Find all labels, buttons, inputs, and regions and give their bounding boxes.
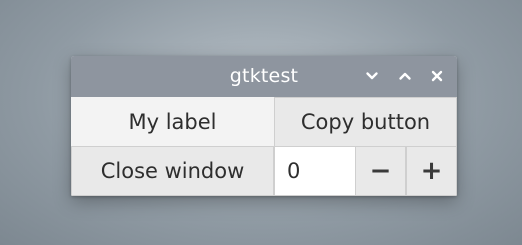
spin-value-input[interactable]: 0: [274, 146, 356, 196]
chevron-up-icon: [399, 72, 411, 80]
copy-button[interactable]: Copy button: [274, 97, 457, 147]
window-content: My label Copy button Close window 0 − +: [71, 97, 457, 196]
decrement-button[interactable]: −: [355, 146, 406, 196]
close-icon: [431, 70, 443, 82]
title-bar[interactable]: gtktest: [71, 56, 457, 97]
chevron-down-icon: [366, 72, 378, 80]
maximize-button[interactable]: [394, 65, 416, 87]
minimize-button[interactable]: [361, 65, 383, 87]
close-window-button[interactable]: Close window: [71, 146, 274, 196]
desktop-background: gtktest My label Copy button Close windo…: [0, 0, 522, 245]
close-button[interactable]: [426, 65, 448, 87]
gtktest-window: gtktest My label Copy button Close windo…: [71, 56, 457, 196]
increment-button[interactable]: +: [406, 146, 457, 196]
my-label: My label: [71, 97, 274, 146]
